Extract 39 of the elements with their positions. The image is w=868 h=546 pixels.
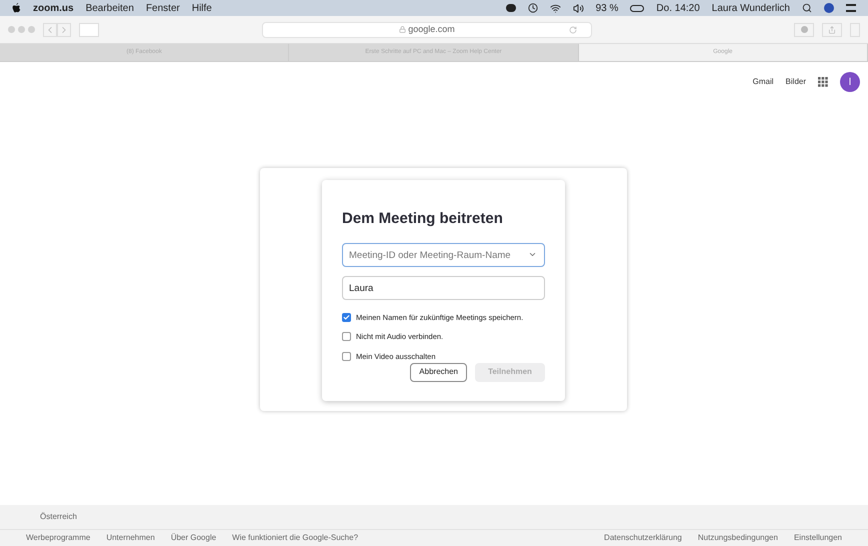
header-link[interactable]: Gmail <box>752 76 774 88</box>
wifi-icon[interactable] <box>550 2 561 14</box>
apple-icon[interactable] <box>12 3 21 13</box>
menu-item[interactable]: Fenster <box>146 0 180 16</box>
account-avatar[interactable]: l <box>840 72 860 92</box>
battery-level[interactable]: 93 % <box>596 0 618 16</box>
siri-icon[interactable] <box>824 3 834 13</box>
lock-icon <box>399 26 406 33</box>
country-label: Österreich <box>40 511 77 523</box>
menu-item[interactable]: Hilfe <box>192 0 212 16</box>
apps-grid-icon[interactable] <box>818 77 828 87</box>
menu-clock[interactable]: Do. 14:20 <box>656 0 700 16</box>
menu-extra-icon[interactable] <box>506 4 516 12</box>
user-name[interactable]: Laura Wunderlich <box>712 0 790 16</box>
checkbox[interactable] <box>342 313 351 322</box>
footer-link[interactable]: Datenschutzerklärung <box>604 532 682 544</box>
footer-link[interactable]: Über Google <box>170 532 216 544</box>
address-bar[interactable]: google.com <box>262 22 592 38</box>
header-link[interactable]: Bilder <box>786 76 806 88</box>
battery-icon[interactable] <box>630 4 644 12</box>
footer-link[interactable]: Einstellungen <box>794 532 842 544</box>
name-field[interactable]: Laura <box>342 276 545 300</box>
share-icon <box>828 26 836 34</box>
footer-link[interactable]: Unternehmen <box>106 532 155 544</box>
menu-item[interactable]: Bearbeiten <box>86 0 134 16</box>
meeting-id-field[interactable]: Meeting-ID oder Meeting-Raum-Name <box>342 243 545 267</box>
address-text: google.com <box>408 22 455 36</box>
volume-icon[interactable] <box>572 2 584 14</box>
search-icon[interactable] <box>802 3 812 13</box>
footer-link[interactable]: Nutzungsbedingungen <box>698 532 778 544</box>
dialog-button[interactable]: Abbrechen <box>410 362 467 382</box>
checkbox[interactable] <box>342 352 351 361</box>
footer-link[interactable]: Wie funktioniert die Google-Suche? <box>232 532 358 544</box>
dialog-title: Dem Meeting beitreten <box>342 209 504 229</box>
time-machine-icon[interactable] <box>528 3 538 13</box>
app-menu[interactable]: zoom.us <box>33 0 74 16</box>
checkbox[interactable] <box>342 332 351 342</box>
footer-link[interactable]: Werbeprogramme <box>26 532 90 544</box>
notification-icon[interactable] <box>846 4 856 12</box>
